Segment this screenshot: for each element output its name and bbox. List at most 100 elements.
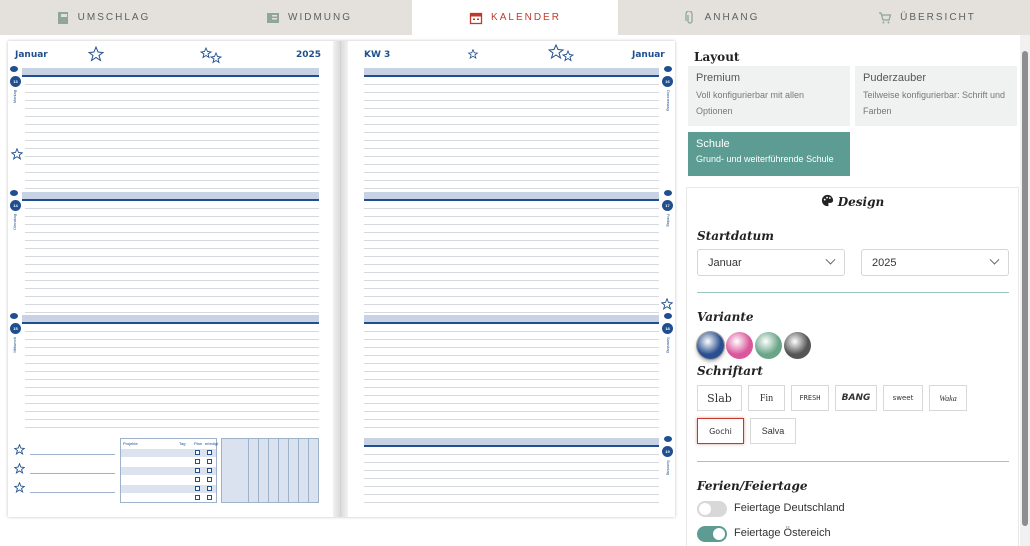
toggle-label: Feiertage Östereich [734, 527, 831, 539]
design-heading-text: Design [837, 195, 885, 209]
variant-swatch-blue[interactable] [697, 332, 724, 359]
day-name: Dienstag [12, 214, 17, 230]
card-title: Premium [696, 72, 741, 84]
writing-line [364, 216, 659, 217]
projects-col-erledigt: erledigt [205, 441, 219, 446]
writing-line [364, 280, 659, 281]
star-icon [14, 482, 25, 493]
day-number: 19 [662, 446, 673, 457]
writing-line [364, 312, 659, 313]
left-month: Januar [15, 50, 48, 60]
toggle-feiertage-deutschland[interactable] [697, 501, 727, 517]
writing-line [25, 419, 319, 420]
font-option-bang[interactable]: BANG [835, 385, 877, 411]
checkbox [207, 486, 212, 491]
tab-kalender[interactable]: KALENDER [412, 0, 618, 35]
writing-line [364, 304, 659, 305]
font-option-slab[interactable]: Slab [697, 385, 742, 411]
cart-icon [879, 11, 892, 23]
writing-line [364, 172, 659, 173]
day-name: Sonntag [666, 460, 671, 475]
right-month: Januar [632, 50, 665, 60]
tab-widmung[interactable]: WIDMUNG [206, 0, 412, 35]
card-title: Puderzauber [863, 72, 926, 84]
design-heading: Design [687, 194, 1018, 209]
toggle-feiertage-oesterreich[interactable] [697, 526, 727, 542]
day-header-line [22, 75, 319, 77]
writing-line [25, 84, 319, 85]
font-option-gochi[interactable]: Gochi [697, 418, 744, 444]
ink-blot [664, 436, 672, 442]
chevron-down-icon [989, 254, 1000, 265]
writing-line [25, 116, 319, 117]
day-name: Samstag [666, 337, 671, 353]
font-option-salva[interactable]: Salva [750, 418, 796, 444]
tab-label: ÜBERSICHT [900, 12, 976, 23]
tab-uebersicht[interactable]: ÜBERSICHT [824, 0, 1030, 35]
note-line [30, 454, 115, 455]
layout-card-schule[interactable]: Schule Grund- und weiterführende Schule [688, 132, 850, 176]
writing-line [25, 108, 319, 109]
writing-line [25, 100, 319, 101]
star-icon [468, 49, 478, 59]
projects-box: Projekte Tag Plan erledigt [120, 438, 219, 503]
writing-line [25, 339, 319, 340]
writing-line [25, 216, 319, 217]
writing-line [25, 371, 319, 372]
checkbox [207, 477, 212, 482]
scrollbar[interactable] [1020, 35, 1030, 546]
writing-line [25, 312, 319, 313]
variant-swatch-green[interactable] [755, 332, 782, 359]
projects-row [121, 467, 216, 475]
tab-umschlag[interactable]: UMSCHLAG [0, 0, 206, 35]
writing-line [25, 427, 319, 428]
tab-label: WIDMUNG [288, 12, 352, 23]
divider [697, 461, 1009, 462]
font-option-sweet[interactable]: sweet [883, 385, 923, 411]
schriftart-heading: Schriftart [697, 364, 763, 378]
card-desc: Teilweise konfigurierbar: Schrift und Fa… [863, 90, 1006, 116]
divider [697, 292, 1009, 293]
writing-line [25, 140, 319, 141]
writing-line [25, 156, 319, 157]
scrollbar-thumb[interactable] [1022, 51, 1028, 526]
checkbox [207, 450, 212, 455]
projects-row [121, 485, 216, 493]
writing-line [25, 240, 319, 241]
day-name: Freitag [666, 214, 671, 227]
writing-line [364, 427, 659, 428]
month-select[interactable]: Januar [697, 249, 845, 276]
writing-line [25, 272, 319, 273]
year-select[interactable]: 2025 [861, 249, 1009, 276]
layout-heading: Layout [694, 50, 740, 64]
variant-swatch-pink[interactable] [726, 332, 753, 359]
writing-line [25, 224, 319, 225]
writing-line [25, 164, 319, 165]
layout-card-puderzauber[interactable]: Puderzauber Teilweise konfigurierbar: Sc… [855, 66, 1017, 126]
writing-line [25, 347, 319, 348]
font-option-fin[interactable]: Fin [748, 385, 785, 411]
day-name: Donnerstag [666, 90, 671, 111]
note-line [30, 473, 115, 474]
writing-line [364, 272, 659, 273]
star-icon [11, 148, 23, 160]
chevron-down-icon [825, 254, 836, 265]
writing-line [25, 363, 319, 364]
tab-label: KALENDER [491, 12, 561, 23]
layout-card-premium[interactable]: Premium Voll konfigurierbar mit allen Op… [688, 66, 850, 126]
checkbox [195, 486, 200, 491]
projects-row [121, 449, 216, 457]
day-name: Mittwoch [12, 337, 17, 353]
writing-line [25, 296, 319, 297]
font-option-waka[interactable]: Waka [929, 385, 967, 411]
variant-swatch-grey[interactable] [784, 332, 811, 359]
writing-line [364, 188, 659, 189]
writing-line [364, 387, 659, 388]
writing-line [364, 331, 659, 332]
palette-icon [821, 194, 833, 207]
startdatum-heading: Startdatum [697, 229, 774, 243]
writing-line [364, 494, 659, 495]
tab-anhang[interactable]: ANHANG [618, 0, 824, 35]
writing-line [364, 363, 659, 364]
font-option-fresh[interactable]: FRESH [791, 385, 829, 411]
